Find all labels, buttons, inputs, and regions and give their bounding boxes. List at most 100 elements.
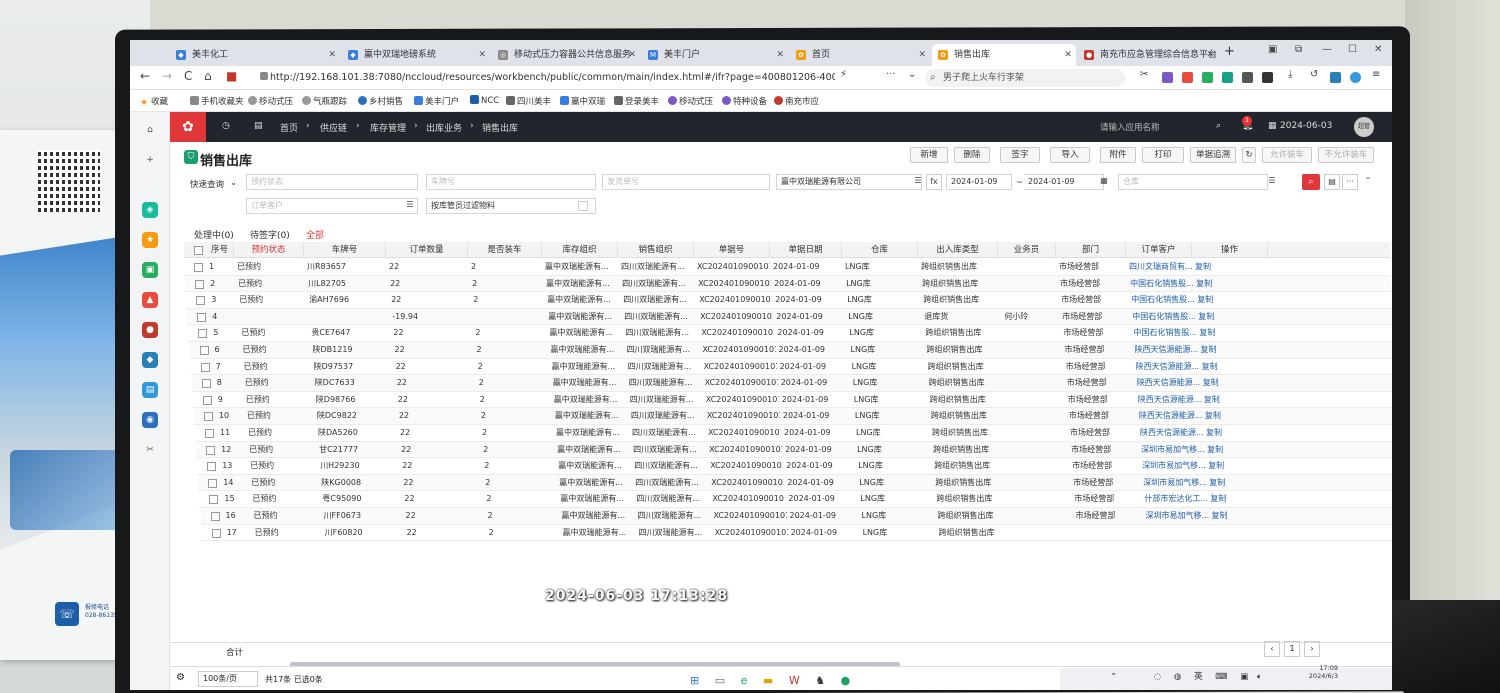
tab-list-icon[interactable]: ▣: [1268, 44, 1277, 55]
table-cell[interactable]: 复制: [1207, 491, 1283, 507]
app-search-input[interactable]: 请输入应用名称: [1100, 121, 1230, 133]
table-row[interactable]: 13 已预约 川H29230 22 2 鸁中双瑞能源有... 四川双瑞能源有... XC202…: [197, 458, 1392, 475]
row-checkbox[interactable]: [197, 312, 207, 322]
bookmark-item[interactable]: 特种设备: [722, 95, 767, 107]
table-cell[interactable]: 复制: [1193, 276, 1269, 292]
tab-portal[interactable]: M 美丰门户 ✕: [642, 44, 788, 66]
chevron-down-icon[interactable]: ⌄: [908, 69, 916, 80]
breadcrumb-home[interactable]: 首页: [280, 121, 298, 134]
close-icon[interactable]: ✕: [776, 44, 784, 66]
windows-start-icon[interactable]: ⊞: [690, 674, 699, 687]
table-cell[interactable]: 复制: [1203, 425, 1279, 441]
document-icon[interactable]: ▤: [142, 382, 158, 398]
table-row[interactable]: 5 已预约 贵CE7647 22 2 鸁中双瑞能源有... 四川双瑞能源有... XC2024…: [188, 325, 1392, 342]
quick-query-label[interactable]: 快速查询: [190, 178, 224, 190]
column-header[interactable]: 单据日期: [770, 242, 842, 258]
scissors-icon[interactable]: ✂: [142, 442, 158, 458]
close-icon[interactable]: ✕: [628, 44, 636, 66]
print-button[interactable]: 打印: [1142, 147, 1184, 163]
reload-icon[interactable]: C: [184, 69, 192, 83]
wechat-icon[interactable]: ●: [841, 674, 851, 687]
app-icon[interactable]: ▲: [142, 292, 158, 308]
puzzle-icon[interactable]: [1262, 72, 1273, 83]
app-icon[interactable]: ●: [142, 322, 158, 338]
maximize-button[interactable]: ☐: [1348, 44, 1357, 55]
row-checkbox[interactable]: [202, 395, 212, 405]
allow-loading-button[interactable]: 允许装车: [1262, 147, 1312, 163]
breadcrumb-supply-chain[interactable]: 供应链: [320, 121, 347, 134]
tray-icon[interactable]: ◍: [1174, 672, 1181, 682]
row-checkbox[interactable]: [205, 429, 214, 438]
forward-icon[interactable]: →: [162, 69, 172, 83]
row-checkbox[interactable]: [195, 279, 205, 289]
table-cell[interactable]: 复制: [1201, 392, 1277, 408]
tab-processing[interactable]: 处理中(0): [194, 228, 234, 241]
trace-button[interactable]: 单据追溯: [1190, 147, 1236, 163]
back-icon[interactable]: ←: [140, 69, 150, 83]
column-header[interactable]: 操作: [1192, 242, 1268, 258]
table-cell[interactable]: 复制: [1204, 442, 1280, 458]
table-cell[interactable]: 复制: [1200, 375, 1276, 391]
filter-material-checkbox-field[interactable]: 按库管员过滤物料: [426, 198, 596, 214]
column-header[interactable]: 单据号: [694, 242, 770, 258]
row-checkbox[interactable]: [194, 263, 203, 272]
column-header[interactable]: 部门: [1056, 242, 1126, 258]
import-button[interactable]: 导入: [1050, 147, 1090, 163]
avatar[interactable]: 超管: [1354, 117, 1374, 137]
warehouse-field[interactable]: 仓库: [1118, 174, 1268, 190]
save-icon[interactable]: ▤: [254, 121, 263, 131]
table-row[interactable]: 2 已预约 川L82705 22 2 鸁中双瑞能源有... 四川双瑞能源有... XC2024…: [185, 275, 1392, 293]
close-icon[interactable]: ✕: [1064, 44, 1072, 66]
row-checkbox[interactable]: [201, 379, 211, 389]
add-icon[interactable]: +: [142, 152, 158, 168]
bookmark-item[interactable]: 南充市应: [774, 95, 819, 107]
browser-taskbar-icon[interactable]: e: [741, 674, 748, 687]
table-row[interactable]: 15 已预约 粤C95090 22 2 鸁中双瑞能源有... 四川双瑞能源有... XC202…: [199, 491, 1392, 508]
page-number[interactable]: 1: [1284, 641, 1300, 657]
bookmark-item[interactable]: 气瓶跟踪: [302, 95, 347, 107]
more-icon[interactable]: ···: [1342, 174, 1358, 190]
table-cell[interactable]: 复制: [1206, 475, 1282, 491]
address-bar[interactable]: http://192.168.101.38:7080/nccloud/resou…: [270, 69, 835, 87]
table-row[interactable]: 17 已预约 川F60820 22 2 鸁中双瑞能源有... 四川双瑞能源有... XC202…: [201, 525, 1392, 542]
star-icon[interactable]: ★: [142, 232, 158, 248]
table-cell[interactable]: 复制: [1196, 325, 1272, 341]
select-all-checkbox[interactable]: [194, 246, 203, 255]
row-checkbox[interactable]: [206, 445, 216, 455]
column-header[interactable]: 仓库: [842, 242, 918, 258]
column-header[interactable]: 出入库类型: [918, 242, 998, 258]
table-cell[interactable]: 复制: [1195, 309, 1271, 325]
table-cell[interactable]: 复制: [1199, 359, 1275, 375]
close-window-button[interactable]: ✕: [1374, 44, 1382, 55]
bookmark-item[interactable]: 美丰门户: [414, 95, 459, 107]
add-button[interactable]: 新增: [910, 147, 948, 163]
browser-search-box[interactable]: ⌕ 男子爬上火车行李架: [925, 69, 1125, 87]
undo-icon[interactable]: ↺: [1310, 69, 1318, 80]
extension-icon[interactable]: ■: [226, 69, 237, 83]
bookmark-item[interactable]: 手机收藏夹: [190, 95, 244, 107]
tab-sales-outbound[interactable]: ✿ 销售出库 ✕: [932, 44, 1076, 66]
app-icon[interactable]: ▣: [142, 262, 158, 278]
table-row[interactable]: 12 已预约 甘C21777 22 2 鸁中双瑞能源有... 四川双瑞能源有... XC202…: [196, 441, 1392, 459]
row-checkbox[interactable]: [210, 512, 220, 521]
home-icon[interactable]: ⌂: [142, 122, 158, 138]
row-checkbox[interactable]: [196, 296, 206, 306]
table-cell[interactable]: 复制: [1202, 408, 1278, 424]
app-logo-icon[interactable]: ✿: [170, 112, 206, 142]
lightning-icon[interactable]: ⚡: [840, 69, 847, 80]
breadcrumb-outbound[interactable]: 出库业务: [426, 121, 462, 134]
ime-indicator[interactable]: 英: [1194, 672, 1203, 682]
close-icon[interactable]: ✕: [1206, 44, 1214, 66]
table-row[interactable]: 11 已预约 陕DA5260 22 2 鸁中双瑞能源有... 四川双瑞能源有... XC202…: [195, 425, 1392, 442]
table-row[interactable]: 14 已预约 陕KG0008 22 2 鸁中双瑞能源有... 四川双瑞能源有... XC202…: [198, 474, 1392, 492]
filter-material-checkbox[interactable]: [578, 201, 588, 211]
org-field[interactable]: 鸁中双瑞能源有限公司: [776, 174, 922, 190]
refresh-icon[interactable]: ↻: [1242, 147, 1256, 163]
tab-home[interactable]: ✿ 首页 ✕: [790, 44, 930, 66]
column-header[interactable]: 车牌号: [304, 242, 386, 258]
column-header[interactable]: 订单客户: [1126, 242, 1192, 258]
extension-icon[interactable]: [1182, 72, 1193, 83]
network-icon[interactable]: ▣: [1240, 672, 1248, 682]
table-row[interactable]: 1 已预约 川R83657 22 2 鸁中双瑞能源有... 四川双瑞能源有... XC2024…: [184, 259, 1390, 276]
customer-field[interactable]: 订单客户: [246, 198, 418, 214]
